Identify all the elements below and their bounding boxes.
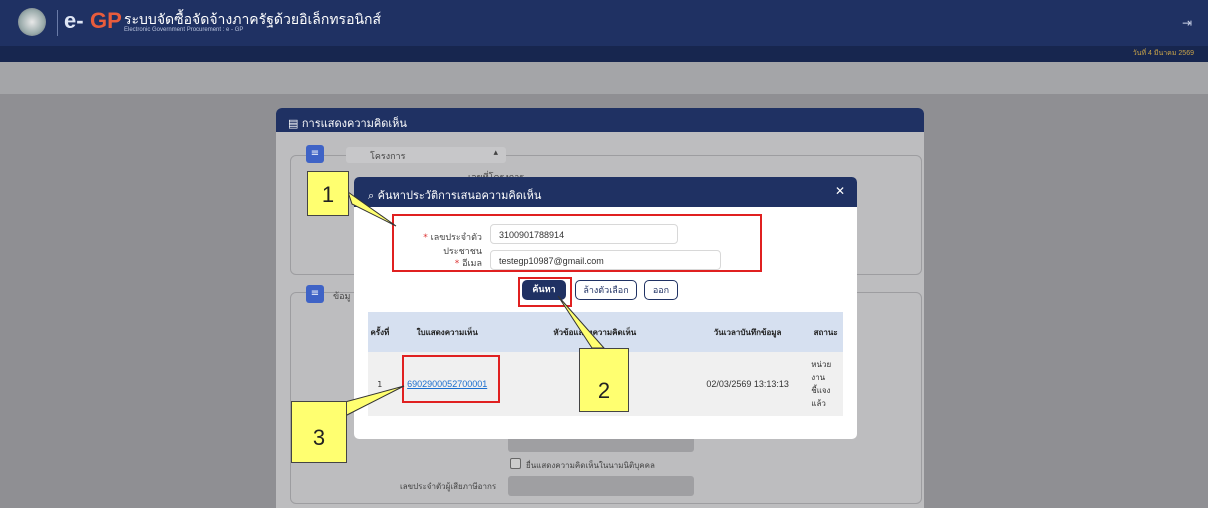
callout-2: 2 (579, 348, 629, 412)
callout-1: 1 (307, 171, 349, 216)
callout-3: 3 (291, 401, 347, 463)
callout-pointers (344, 190, 606, 417)
